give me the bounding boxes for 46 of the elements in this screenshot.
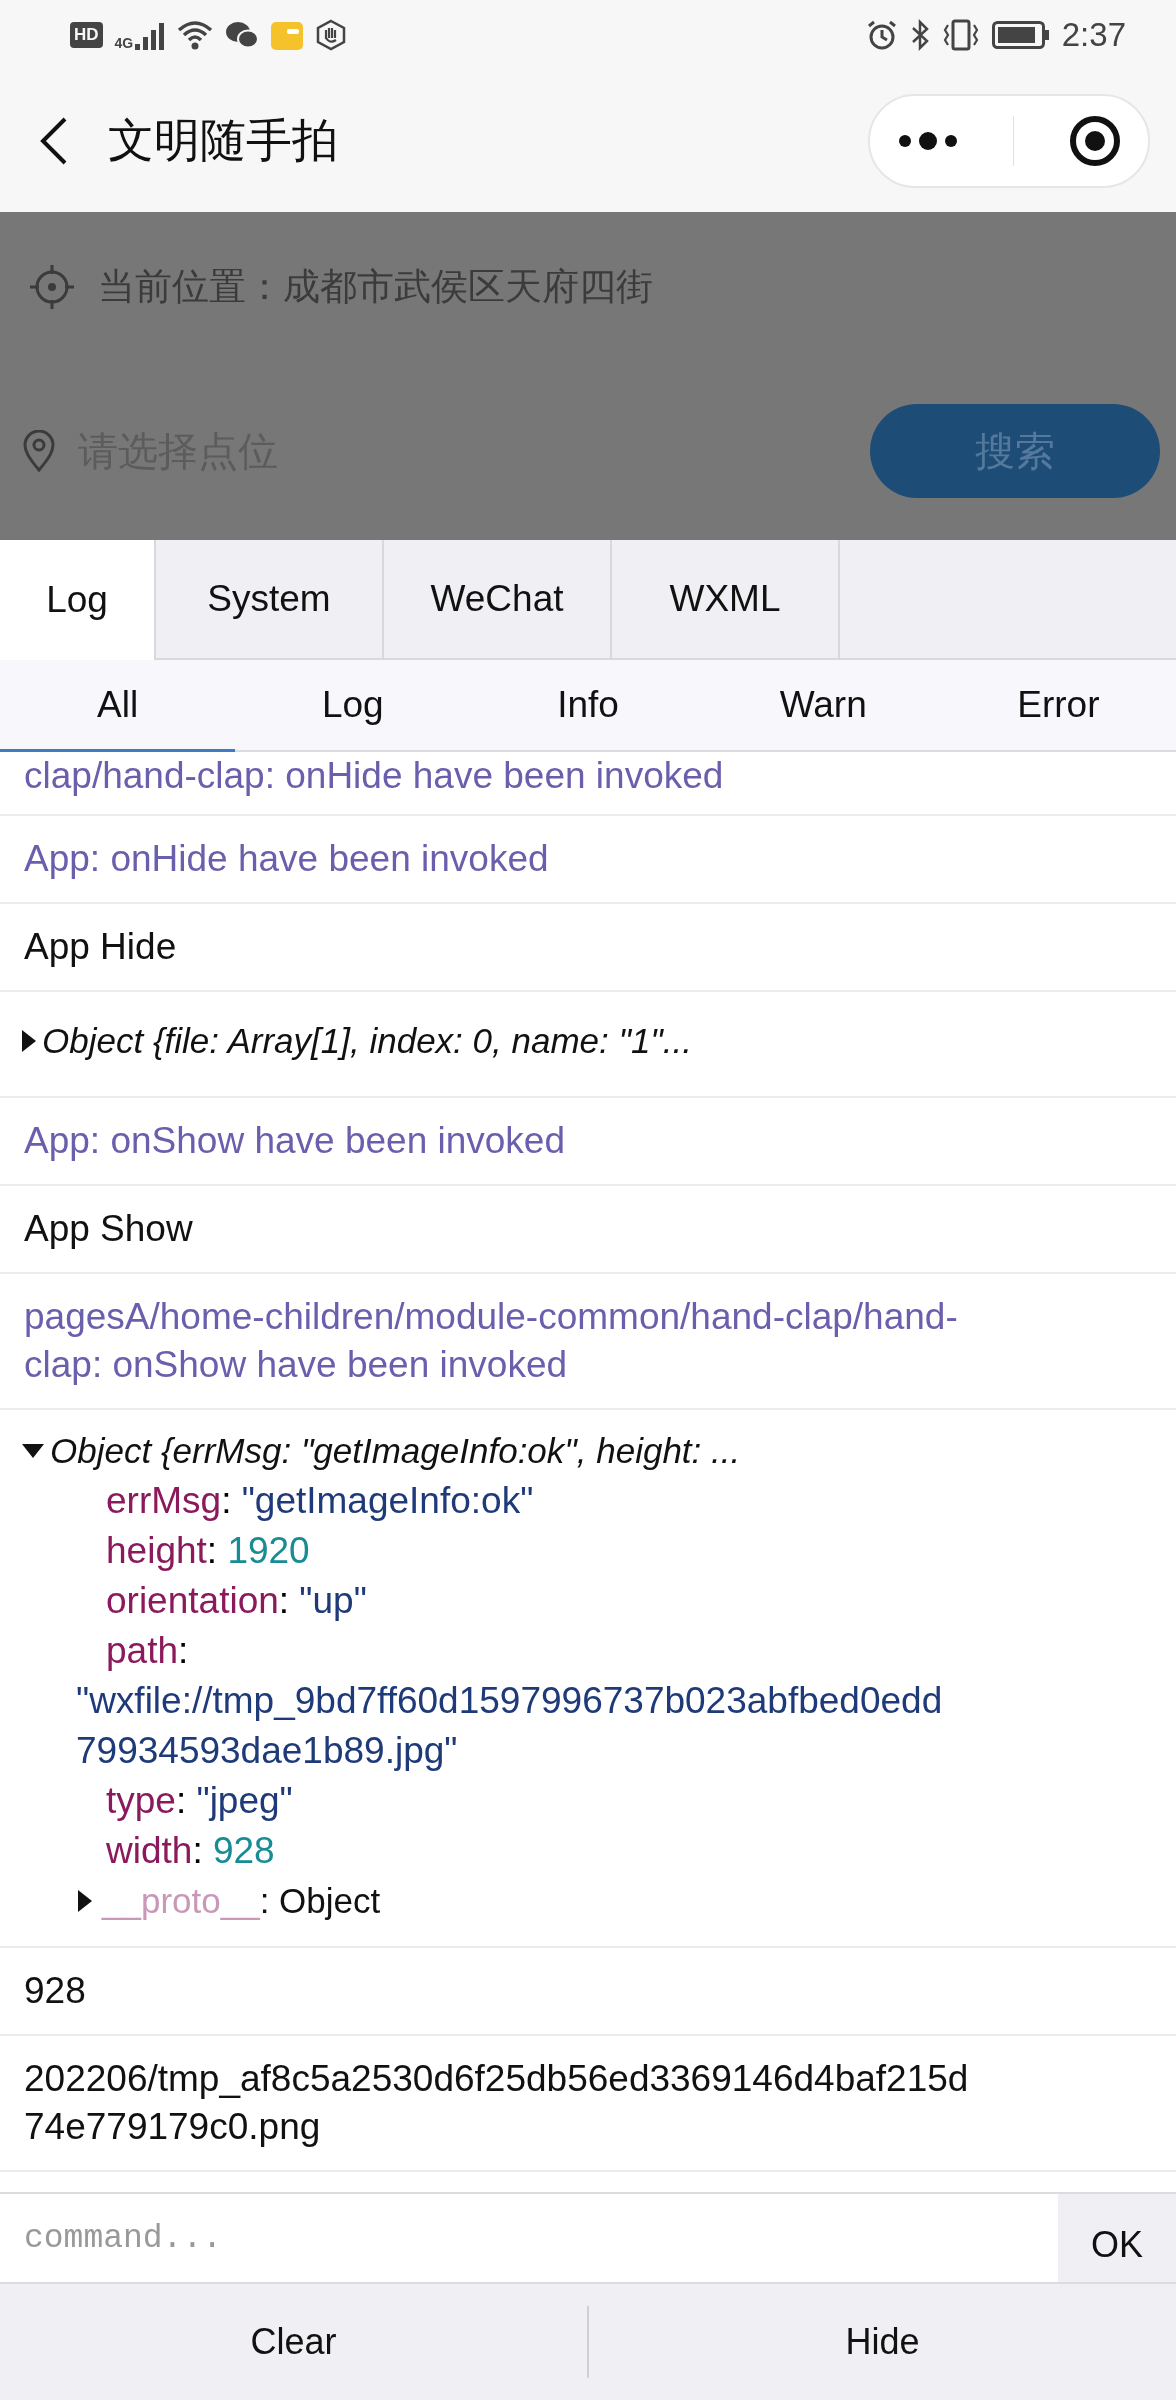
- hand-icon: [315, 19, 348, 51]
- filter-tab[interactable]: Info: [470, 660, 706, 752]
- collapsed-triangle-icon[interactable]: [22, 1030, 36, 1052]
- object-summary[interactable]: Object {errMsg: "getImageInfo:ok", height: ...: [50, 1426, 741, 1476]
- pin-icon: [22, 430, 56, 472]
- current-location: 当前位置：成都市武侯区天府四街: [98, 265, 653, 309]
- ok-button[interactable]: OK: [1058, 2194, 1176, 2282]
- object-property: type: "jpeg": [105, 1779, 294, 1823]
- alarm-icon: [865, 19, 898, 51]
- object-property: height: 1920: [105, 1529, 311, 1573]
- log-message: 928: [0, 1948, 1176, 2036]
- object-property[interactable]: __proto__: Object: [102, 1876, 381, 1926]
- wifi-icon: [177, 20, 214, 50]
- filter-tab[interactable]: Error: [940, 660, 1176, 752]
- hd-badge: HD: [70, 22, 103, 48]
- battery-icon: [991, 21, 1050, 49]
- console-tab[interactable]: Log: [0, 540, 156, 660]
- filter-tab[interactable]: All: [0, 660, 236, 752]
- footer-button[interactable]: Clear: [0, 2306, 587, 2378]
- footer-button[interactable]: Hide: [587, 2306, 1176, 2378]
- folder-icon: [271, 20, 304, 50]
- vibrate-icon: [941, 19, 980, 51]
- log-message: App Show: [0, 1186, 1176, 1274]
- log-message: clap/hand-clap: onHide have been invoked: [0, 752, 1176, 816]
- filter-tab[interactable]: Warn: [705, 660, 941, 752]
- signal-icon: [135, 20, 166, 50]
- clock-time: 2:37: [1061, 16, 1126, 54]
- object-property: orientation: "up": [105, 1579, 368, 1623]
- collapsed-triangle-icon[interactable]: [78, 1890, 92, 1912]
- log-message: pagesA/home-children/module-common/hand-clap/hand-clap: onShow have been invoked: [0, 1274, 1176, 1410]
- object-property: errMsg: "getImageInfo:ok": [105, 1479, 535, 1523]
- object-property: path: "wxfile://tmp_9bd7ff60d1597996737b023abfbed0edd79934593dae1b89.jpg": [75, 1629, 944, 1773]
- log-message: 202206/tmp_af8c5a2530d6f25db56ed3369146d4baf215d74e779179c0.png: [0, 2036, 1176, 2172]
- object-summary[interactable]: Object {file: Array[1], index: 0, name: "1"...: [42, 1016, 692, 1066]
- network-label: 4G: [114, 35, 134, 51]
- chat-icon: [225, 20, 260, 50]
- log-message: App Hide: [0, 904, 1176, 992]
- filter-tab[interactable]: Log: [235, 660, 471, 752]
- back-icon[interactable]: [40, 117, 68, 165]
- page-title: 文明随手拍: [108, 113, 339, 168]
- more-icon[interactable]: [897, 132, 958, 150]
- log-message: App: onHide have been invoked: [0, 816, 1176, 904]
- expanded-triangle-icon[interactable]: [22, 1444, 44, 1458]
- object-property: width: 928: [105, 1829, 276, 1873]
- log-message: App: onShow have been invoked: [0, 1098, 1176, 1186]
- locate-icon: [30, 265, 74, 309]
